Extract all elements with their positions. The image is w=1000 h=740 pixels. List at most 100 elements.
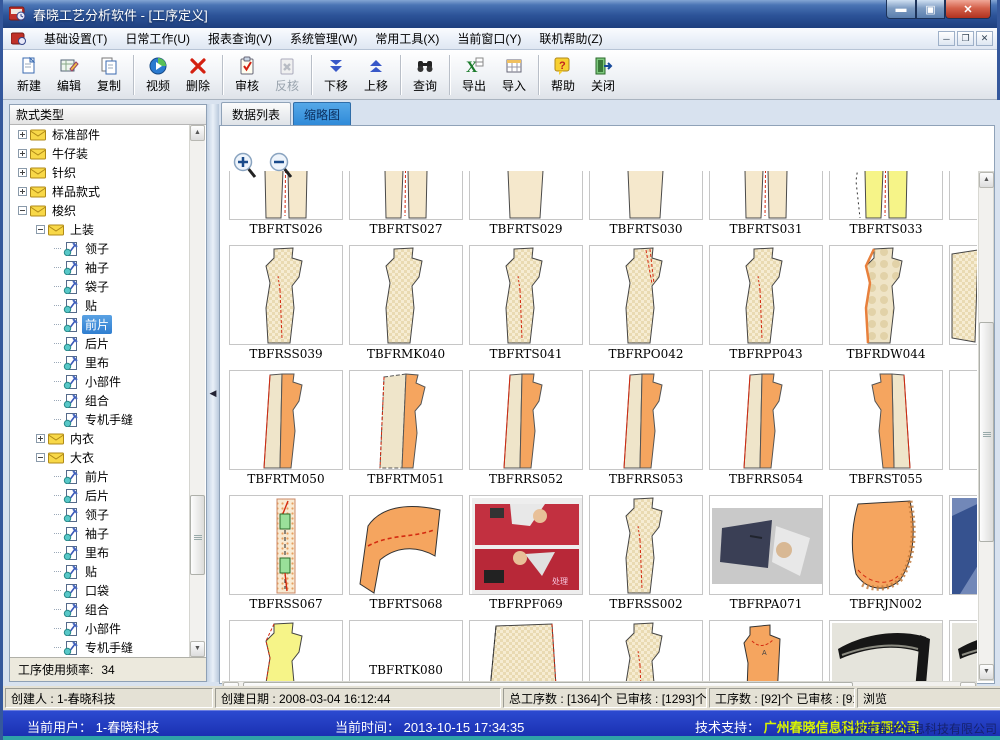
tree-scrollbar[interactable]: ▲ ▼ (189, 125, 205, 657)
tree-item-小部件[interactable]: 小部件 (10, 619, 190, 638)
tree-item-专机手缝[interactable]: 专机手缝 (10, 410, 190, 429)
thumbnail-cell-TBFRTM050[interactable]: TBFRTM050 (229, 370, 343, 486)
thumbnail-cell-TBFRSS002[interactable]: TBFRSS002 (589, 495, 703, 611)
pattern-piece-image[interactable] (229, 370, 343, 470)
pattern-piece-image[interactable] (949, 370, 977, 470)
zoom-in-button[interactable] (232, 152, 258, 180)
pattern-piece-image[interactable] (229, 620, 343, 681)
thumbnail-cell-TBFRTM051[interactable]: TBFRTM051 (349, 370, 463, 486)
pattern-piece-image[interactable]: 处理 (469, 495, 583, 595)
move-down-button[interactable]: 下移 (316, 53, 356, 97)
tree-item-梭织[interactable]: 梭织 (10, 201, 190, 220)
thumbnail-cell-TBFRTS041[interactable]: TBFRTS041 (469, 245, 583, 361)
collapse-icon[interactable] (36, 453, 45, 462)
tree-item-内衣[interactable]: 内衣 (10, 429, 190, 448)
pattern-piece-image[interactable] (949, 620, 977, 681)
tree-item-袖子[interactable]: 袖子 (10, 524, 190, 543)
expand-icon[interactable] (18, 187, 27, 196)
thumbnail-cell-TBFRRS054[interactable]: TBFRRS054 (709, 370, 823, 486)
tree-scroll-thumb[interactable] (190, 495, 205, 575)
tree-item-标准部件[interactable]: 标准部件 (10, 125, 190, 144)
thumbnail-cell[interactable] (829, 620, 943, 681)
tree-item-组合[interactable]: 组合 (10, 391, 190, 410)
thumbnail-cell-TBFRPF069[interactable]: 处理TBFRPF069 (469, 495, 583, 611)
menu-item-2[interactable]: 报表查询(V) (199, 27, 281, 50)
copy-button[interactable]: 复制 (89, 53, 129, 97)
tree-item-口袋[interactable]: 口袋 (10, 581, 190, 600)
pattern-piece-image[interactable]: TBFRTK080 (349, 620, 463, 681)
menu-item-0[interactable]: 基础设置(T) (35, 27, 116, 50)
tree-item-大衣[interactable]: 大衣 (10, 448, 190, 467)
import-button[interactable]: 导入 (494, 53, 534, 97)
pattern-piece-image[interactable] (949, 171, 977, 220)
vertical-scrollbar[interactable]: ▲ ▼ (978, 171, 994, 681)
pattern-piece-image[interactable] (229, 495, 343, 595)
tree-item-里布[interactable]: 里布 (10, 543, 190, 562)
expand-icon[interactable] (18, 149, 27, 158)
tree-item-贴[interactable]: 贴 (10, 296, 190, 315)
thumbnail-cell[interactable] (229, 620, 343, 681)
menu-item-6[interactable]: 联机帮助(Z) (530, 27, 611, 50)
pattern-piece-image[interactable] (589, 495, 703, 595)
tree-item-前片[interactable]: 前片 (10, 315, 190, 334)
menu-item-5[interactable]: 当前窗口(Y) (448, 27, 530, 50)
mdi-minimize-button[interactable]: ─ (938, 31, 955, 46)
scroll-up-icon[interactable]: ▲ (979, 172, 994, 188)
thumbnail-cell-TBFRTS030[interactable]: TBFRTS030 (589, 171, 703, 236)
thumbnail-cell-TBFRSS067[interactable]: TBFRSS067 (229, 495, 343, 611)
delete-button[interactable]: 删除 (178, 53, 218, 97)
pattern-piece-image[interactable] (589, 171, 703, 220)
tree-item-领子[interactable]: 领子 (10, 505, 190, 524)
new-button[interactable]: 新建 (9, 53, 49, 97)
tree-scroll-up-icon[interactable]: ▲ (190, 125, 205, 141)
pattern-piece-image[interactable] (469, 620, 583, 681)
panel-splitter[interactable]: ◀ (207, 104, 219, 682)
thumbnail-cell-TBFRMK040[interactable]: TBFRMK040 (349, 245, 463, 361)
minimize-button[interactable]: ▬ (886, 0, 916, 19)
pattern-piece-image[interactable] (709, 171, 823, 220)
thumbnail-cell-TBFRTS068[interactable]: TBFRTS068 (349, 495, 463, 611)
thumbnail-cell[interactable] (469, 620, 583, 681)
tree-item-针织[interactable]: 针织 (10, 163, 190, 182)
export-button[interactable]: X导出 (454, 53, 494, 97)
pattern-piece-image[interactable] (589, 370, 703, 470)
pattern-piece-image[interactable] (469, 245, 583, 345)
zoom-out-button[interactable] (268, 152, 294, 180)
thumbnail-cell-TBFRTK080[interactable]: TBFRTK080 (349, 620, 463, 681)
thumbnail-cell[interactable]: A (709, 620, 823, 681)
menu-item-4[interactable]: 常用工具(X) (366, 27, 448, 50)
pattern-piece-image[interactable] (349, 171, 463, 220)
menu-item-1[interactable]: 日常工作(U) (116, 27, 199, 50)
expand-icon[interactable] (36, 434, 45, 443)
pattern-piece-image[interactable] (829, 245, 943, 345)
pattern-piece-image[interactable] (469, 171, 583, 220)
thumbnail-cell[interactable] (949, 495, 977, 611)
pattern-piece-image[interactable] (709, 370, 823, 470)
query-button[interactable]: 查询 (405, 53, 445, 97)
thumbnail-cell-TBFRTS033[interactable]: TBFRTS033 (829, 171, 943, 236)
menu-item-3[interactable]: 系统管理(W) (281, 27, 366, 50)
tree-scroll-down-icon[interactable]: ▼ (190, 641, 205, 657)
tree-item-上装[interactable]: 上装 (10, 220, 190, 239)
mdi-restore-button[interactable]: ❐ (957, 31, 974, 46)
thumbnail-cell-TBFRPP043[interactable]: TBFRPP043 (709, 245, 823, 361)
pattern-piece-image[interactable] (349, 370, 463, 470)
edit-button[interactable]: 编辑 (49, 53, 89, 97)
pattern-piece-image[interactable] (709, 245, 823, 345)
close-button[interactable]: ✕ (945, 0, 991, 19)
collapse-icon[interactable] (36, 225, 45, 234)
pattern-piece-image[interactable] (949, 495, 977, 595)
thumbnail-cell[interactable] (949, 171, 977, 236)
pattern-piece-image[interactable] (829, 370, 943, 470)
thumbnail-cell-TBFRSS039[interactable]: TBFRSS039 (229, 245, 343, 361)
thumbnail-cell-TBFRTS027[interactable]: TBFRTS027 (349, 171, 463, 236)
pattern-piece-image[interactable] (829, 171, 943, 220)
tree-item-里布[interactable]: 里布 (10, 353, 190, 372)
tree-item-袋子[interactable]: 袋子 (10, 277, 190, 296)
pattern-piece-image[interactable]: A (709, 620, 823, 681)
pattern-piece-image[interactable] (589, 620, 703, 681)
thumbnail-cell-TBFRDW044[interactable]: TBFRDW044 (829, 245, 943, 361)
tab-thumbnails[interactable]: 缩略图 (293, 102, 351, 125)
pattern-piece-image[interactable] (349, 495, 463, 595)
maximize-button[interactable]: ▣ (916, 0, 945, 19)
